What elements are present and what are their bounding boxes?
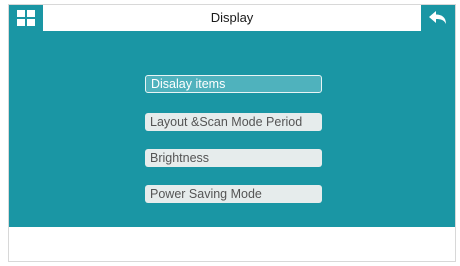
back-button[interactable] — [421, 5, 455, 31]
home-button[interactable] — [9, 5, 43, 31]
grid-icon — [17, 10, 35, 26]
back-arrow-icon — [429, 11, 446, 24]
menu-item-power-saving[interactable]: Power Saving Mode — [145, 185, 322, 203]
menu-item-layout-scan-mode[interactable]: Layout &Scan Mode Period — [145, 113, 322, 131]
menu-panel: Disalay items Layout &Scan Mode Period B… — [9, 31, 455, 227]
page-title: Display — [210, 10, 254, 25]
title-bar: Display — [9, 5, 455, 31]
device-screen: Display Disalay items Layout &Scan Mode … — [8, 4, 456, 262]
menu-item-brightness[interactable]: Brightness — [145, 149, 322, 167]
footer-bar — [9, 227, 455, 261]
menu-item-display-items[interactable]: Disalay items — [145, 75, 322, 93]
